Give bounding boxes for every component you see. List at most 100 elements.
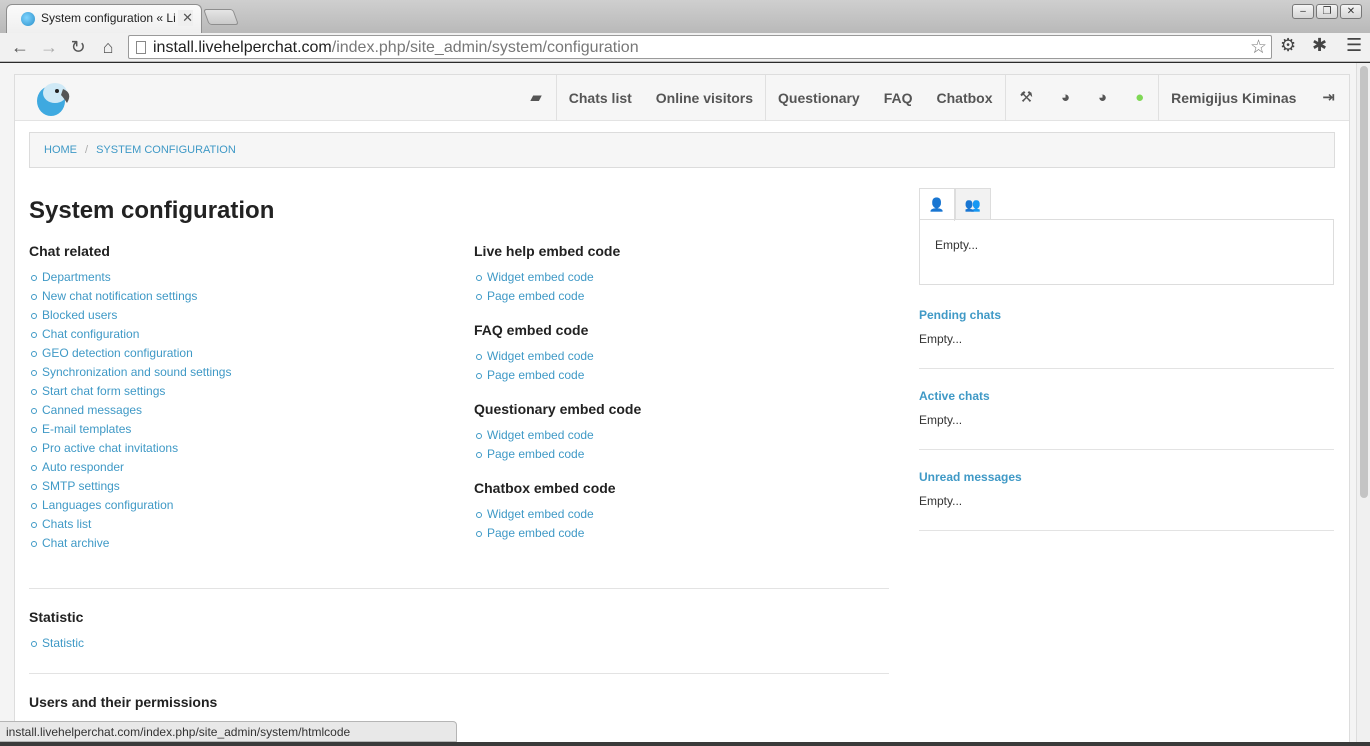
nav-chats-list[interactable]: Chats list	[555, 75, 644, 121]
unread-messages-empty: Empty...	[919, 494, 963, 508]
logout-icon[interactable]: ⇥	[1308, 75, 1349, 121]
sidebar-tab-content: Empty...	[919, 219, 1334, 285]
tab-my-chats-user-icon[interactable]: 👤	[919, 188, 955, 221]
close-window-icon[interactable]: ✕	[1340, 4, 1362, 19]
extension-bug-icon[interactable]: ✱	[1312, 35, 1327, 56]
link-item[interactable]: Blocked users	[30, 308, 231, 327]
section-questionary-embed: Questionary embed code	[474, 401, 642, 417]
chat-bubbles-icon[interactable]: ▰	[516, 75, 556, 121]
tools-icon[interactable]: ⚒	[1004, 75, 1047, 121]
sound-alt-icon[interactable]: ◕	[1084, 75, 1121, 121]
nav-chatbox[interactable]: Chatbox	[925, 75, 1005, 121]
top-nav-menu: ▰ Chats list Online visitors Questionary…	[516, 75, 1349, 121]
divider	[919, 530, 1334, 531]
divider	[29, 588, 889, 589]
link-page-embed-code[interactable]: Page embed code	[475, 289, 594, 308]
tab-all-users-icon[interactable]: 👥	[955, 188, 991, 220]
window-controls: – ❐ ✕	[1292, 4, 1362, 19]
section-users-permissions: Users and their permissions	[29, 694, 218, 710]
section-live-help-embed: Live help embed code	[474, 243, 621, 259]
page-icon	[136, 41, 146, 54]
sidebar-tabs: 👤 👥	[919, 188, 991, 221]
settings-gear-icon[interactable]: ⚙	[1280, 35, 1296, 56]
scrollbar-thumb[interactable]	[1360, 66, 1368, 498]
link-widget-embed-code[interactable]: Widget embed code	[475, 270, 594, 289]
url-host: install.livehelperchat.com	[153, 39, 332, 56]
link-item[interactable]: SMTP settings	[30, 479, 231, 498]
breadcrumb-current[interactable]: SYSTEM CONFIGURATION	[96, 144, 236, 156]
link-item[interactable]: Languages configuration	[30, 498, 231, 517]
home-icon[interactable]: ⌂	[96, 36, 120, 58]
nav-faq[interactable]: FAQ	[872, 75, 925, 121]
link-item[interactable]: Departments	[30, 270, 231, 289]
breadcrumb: HOME / SYSTEM CONFIGURATION	[29, 132, 1335, 168]
link-page-embed-code[interactable]: Page embed code	[475, 368, 594, 387]
link-item[interactable]: Chat archive	[30, 536, 231, 555]
link-item[interactable]: Chats list	[30, 517, 231, 536]
section-chatbox-embed: Chatbox embed code	[474, 480, 616, 496]
url-path: /index.php/site_admin/system/configurati…	[331, 39, 639, 56]
link-page-embed-code[interactable]: Page embed code	[475, 447, 594, 466]
page-title: System configuration	[29, 197, 275, 224]
site-favicon-icon	[21, 12, 35, 26]
sound-icon[interactable]: ◕	[1047, 75, 1084, 121]
questionary-embed-links: Widget embed code Page embed code	[475, 428, 594, 466]
parrot-logo-icon[interactable]	[33, 79, 73, 119]
divider	[29, 673, 889, 674]
back-icon[interactable]: ←	[8, 36, 32, 58]
nav-user-name[interactable]: Remigijus Kiminas	[1158, 75, 1308, 121]
pending-chats-title[interactable]: Pending chats	[919, 308, 1001, 322]
active-chats-title[interactable]: Active chats	[919, 389, 990, 403]
link-item[interactable]: Synchronization and sound settings	[30, 365, 231, 384]
reload-icon[interactable]: ↻	[66, 36, 90, 58]
faq-embed-links: Widget embed code Page embed code	[475, 349, 594, 387]
close-tab-icon[interactable]: ✕	[178, 10, 193, 26]
link-item[interactable]: E-mail templates	[30, 422, 231, 441]
active-chats-empty: Empty...	[919, 413, 963, 427]
nav-online-visitors[interactable]: Online visitors	[644, 75, 765, 121]
bookmark-star-icon[interactable]: ☆	[1250, 36, 1267, 59]
section-statistic: Statistic	[29, 609, 84, 625]
link-statistic[interactable]: Statistic	[30, 636, 84, 655]
tab-title: System configuration « Li	[41, 11, 176, 25]
link-item[interactable]: Auto responder	[30, 460, 231, 479]
page-viewport: ▰ Chats list Online visitors Questionary…	[0, 63, 1356, 746]
link-item[interactable]: Canned messages	[30, 403, 231, 422]
forward-icon[interactable]: →	[37, 36, 61, 58]
link-widget-embed-code[interactable]: Widget embed code	[475, 507, 594, 526]
restore-icon[interactable]: ❐	[1316, 4, 1338, 19]
unread-messages-title[interactable]: Unread messages	[919, 470, 1022, 484]
online-user-icon[interactable]: ●	[1121, 75, 1158, 121]
divider	[919, 449, 1334, 450]
section-chat-related: Chat related	[29, 243, 110, 259]
new-tab-button[interactable]	[203, 9, 239, 25]
link-item[interactable]: New chat notification settings	[30, 289, 231, 308]
page-scrollbar[interactable]	[1356, 63, 1370, 746]
menu-icon[interactable]: ☰	[1346, 35, 1362, 56]
browser-titlebar: System configuration « Li ✕ – ❐ ✕	[0, 0, 1370, 33]
address-bar[interactable]: install.livehelperchat.com/index.php/sit…	[128, 35, 1272, 59]
minimize-icon[interactable]: –	[1292, 4, 1314, 19]
link-widget-embed-code[interactable]: Widget embed code	[475, 428, 594, 447]
live-help-embed-links: Widget embed code Page embed code	[475, 270, 594, 308]
chat-related-links: Departments New chat notification settin…	[30, 270, 231, 555]
breadcrumb-home[interactable]: HOME	[44, 144, 77, 156]
link-item[interactable]: Pro active chat invitations	[30, 441, 231, 460]
top-navbar: ▰ Chats list Online visitors Questionary…	[15, 75, 1349, 121]
statistic-links: Statistic	[30, 636, 84, 655]
link-item[interactable]: GEO detection configuration	[30, 346, 231, 365]
link-item[interactable]: Chat configuration	[30, 327, 231, 346]
nav-questionary[interactable]: Questionary	[765, 75, 872, 121]
link-widget-embed-code[interactable]: Widget embed code	[475, 349, 594, 368]
section-faq-embed: FAQ embed code	[474, 322, 589, 338]
chatbox-embed-links: Widget embed code Page embed code	[475, 507, 594, 545]
pending-chats-empty: Empty...	[919, 332, 963, 346]
browser-tab[interactable]: System configuration « Li ✕	[6, 4, 202, 33]
divider	[919, 368, 1334, 369]
link-item[interactable]: Start chat form settings	[30, 384, 231, 403]
site-container: ▰ Chats list Online visitors Questionary…	[14, 74, 1350, 746]
status-bar: install.livehelperchat.com/index.php/sit…	[0, 721, 457, 742]
link-page-embed-code[interactable]: Page embed code	[475, 526, 594, 545]
browser-toolbar: ← → ↻ ⌂ install.livehelperchat.com/index…	[0, 33, 1370, 62]
taskbar-edge	[0, 742, 1370, 746]
